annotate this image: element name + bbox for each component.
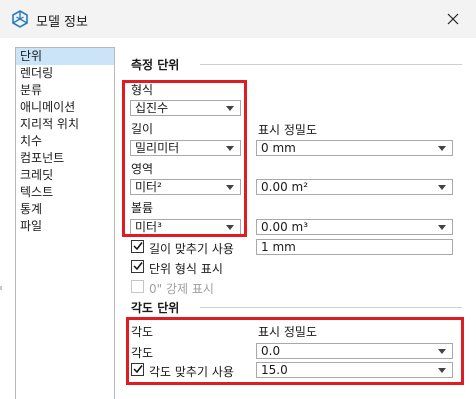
area-unit-value: 미터²	[135, 180, 162, 194]
force-zero-label: 0" 강제 표시	[149, 282, 214, 296]
background-edge	[0, 286, 2, 290]
window-title: 모델 정보	[36, 15, 88, 30]
close-button[interactable]	[430, 0, 476, 38]
sidebar-item-geo-location[interactable]: 지리적 위치	[16, 116, 114, 133]
section-divider	[200, 64, 462, 65]
sidebar-item-file[interactable]: 파일	[16, 218, 114, 235]
angle-snap-value: 15.0	[261, 363, 288, 377]
sidebar-item-classification[interactable]: 분류	[16, 82, 114, 99]
length-unit-value: 밀리미터	[135, 141, 180, 155]
area-precision-select[interactable]: 0.00 m²	[256, 179, 453, 195]
sidebar-item-statistics[interactable]: 통계	[16, 201, 114, 218]
checkmark-icon	[133, 242, 143, 251]
sidebar-item-dimensions[interactable]: 치수	[16, 133, 114, 150]
chevron-down-icon	[438, 349, 446, 354]
angle-snap-checkbox[interactable]	[131, 363, 144, 376]
chevron-down-icon	[226, 106, 234, 111]
length-snap-label: 길이 맞추기 사용	[149, 242, 234, 256]
angle-precision-column-header: 표시 정밀도	[258, 325, 318, 339]
chevron-down-icon	[438, 185, 446, 190]
chevron-down-icon	[438, 146, 446, 151]
sidebar-item-credits[interactable]: 크레딧	[16, 167, 114, 184]
angle-precision-value: 0.0	[261, 344, 281, 358]
chevron-down-icon	[226, 146, 234, 151]
volume-unit-select[interactable]: 미터³	[130, 219, 241, 235]
area-unit-select[interactable]: 미터²	[130, 179, 241, 195]
chevron-down-icon	[226, 185, 234, 190]
checkmark-icon	[133, 365, 143, 374]
sketchup-app-icon	[12, 10, 28, 28]
title-bar: 모델 정보	[0, 0, 476, 38]
length-snap-input[interactable]: 1 mm	[256, 239, 453, 255]
angle-label: 각도	[131, 346, 154, 360]
precision-label: 표시 정밀도	[258, 123, 318, 137]
area-precision-value: 0.00 m²	[261, 180, 309, 194]
sidebar-item-components[interactable]: 컴포넌트	[16, 150, 114, 167]
angle-precision-select[interactable]: 0.0	[256, 343, 453, 359]
volume-precision-value: 0.00 m³	[261, 220, 309, 234]
checkmark-icon	[133, 262, 143, 271]
length-snap-checkbox[interactable]	[131, 240, 144, 253]
sidebar-item-units[interactable]: 단위	[16, 48, 114, 65]
angle-snap-select[interactable]: 15.0	[256, 362, 453, 378]
length-unit-select[interactable]: 밀리미터	[130, 140, 241, 156]
sidebar-item-text[interactable]: 텍스트	[16, 184, 114, 201]
display-format-checkbox[interactable]	[131, 260, 144, 273]
display-format-label: 단위 형식 표시	[149, 262, 223, 276]
measurement-units-header: 측정 단위	[131, 58, 180, 72]
sidebar-item-animation[interactable]: 애니메이션	[16, 99, 114, 116]
area-label: 영역	[131, 162, 154, 176]
format-select-value: 십진수	[135, 101, 169, 115]
length-precision-value: 0 mm	[261, 141, 296, 155]
volume-label: 볼륨	[131, 201, 154, 215]
chevron-down-icon	[438, 368, 446, 373]
category-list[interactable]: 단위 렌더링 분류 애니메이션 지리적 위치 치수 컴포넌트 크레딧 텍스트 통…	[15, 47, 115, 399]
length-precision-select[interactable]: 0 mm	[256, 140, 453, 156]
chevron-down-icon	[438, 225, 446, 230]
format-select[interactable]: 십진수	[130, 100, 241, 116]
sidebar-item-rendering[interactable]: 렌더링	[16, 65, 114, 82]
angle-snap-label: 각도 맞추기 사용	[149, 365, 234, 379]
angle-units-header: 각도 단위	[131, 301, 180, 315]
format-label: 형식	[131, 83, 154, 97]
close-icon	[447, 13, 459, 25]
angle-column-header: 각도	[131, 325, 154, 339]
volume-precision-select[interactable]: 0.00 m³	[256, 219, 453, 235]
force-zero-checkbox[interactable]	[131, 280, 144, 293]
length-label: 길이	[131, 122, 154, 136]
chevron-down-icon	[226, 225, 234, 230]
volume-unit-value: 미터³	[135, 220, 162, 234]
section-divider	[200, 307, 462, 308]
